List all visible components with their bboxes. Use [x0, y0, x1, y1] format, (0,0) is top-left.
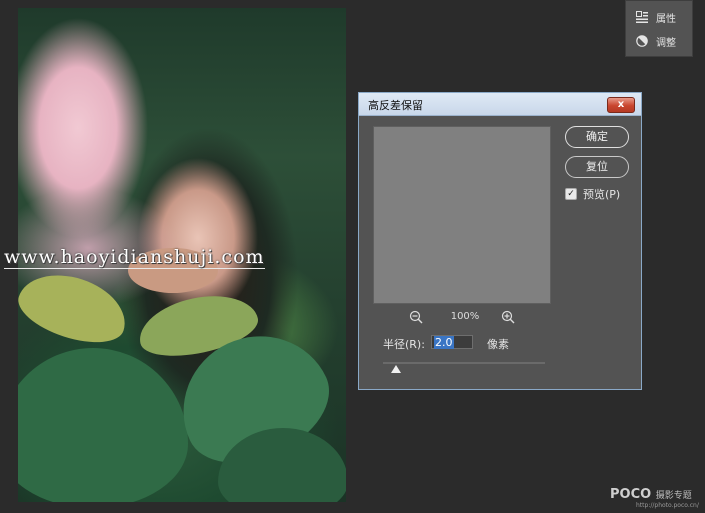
radius-label: 半径(R):: [383, 338, 425, 351]
zoom-controls: 100%: [373, 308, 549, 326]
panel-properties-label: 属性: [656, 13, 676, 25]
filter-preview[interactable]: [373, 126, 551, 304]
poco-url: http://photo.poco.cn/: [636, 502, 699, 509]
panel-adjustments[interactable]: 调整: [636, 32, 676, 50]
radius-input[interactable]: 2.0: [431, 335, 473, 349]
ok-button[interactable]: 确定: [565, 126, 629, 148]
poco-logo-text: POCO: [610, 487, 652, 502]
zoom-out-icon[interactable]: [409, 310, 423, 324]
preview-checkbox[interactable]: ✓: [565, 188, 577, 200]
radius-value: 2.0: [434, 336, 454, 349]
close-icon: x: [617, 99, 625, 110]
panel-properties[interactable]: 属性: [636, 8, 676, 26]
close-button[interactable]: x: [607, 97, 635, 113]
zoom-level: 100%: [450, 311, 480, 322]
preview-toggle[interactable]: ✓ 预览(P): [565, 186, 620, 202]
panel-adjustments-label: 调整: [656, 37, 676, 49]
poco-logo-sub: 摄影专题: [655, 491, 692, 501]
dialog-titlebar[interactable]: 高反差保留 x: [359, 93, 641, 116]
leaf-shape: [18, 262, 135, 354]
leaf-shape: [18, 348, 188, 502]
radius-slider-thumb[interactable]: [391, 365, 401, 373]
dialog-title: 高反差保留: [368, 99, 423, 112]
radius-unit: 像素: [487, 338, 509, 351]
poco-logo: POCO 摄影专题: [610, 487, 692, 502]
watermark-text: www.haoyidianshuji.com: [4, 246, 265, 269]
preview-label: 预览(P): [583, 188, 621, 201]
zoom-in-icon[interactable]: [501, 310, 515, 324]
properties-icon: [636, 11, 648, 23]
reset-button[interactable]: 复位: [565, 156, 629, 178]
adjustments-icon: [636, 35, 648, 47]
radius-slider-track[interactable]: [383, 362, 545, 364]
collapsed-panel-dock: 属性 调整: [625, 0, 693, 57]
high-pass-dialog: 高反差保留 x 100% 确定 复位 ✓ 预览(P) 半径(R): 2.0 像素: [358, 92, 642, 390]
